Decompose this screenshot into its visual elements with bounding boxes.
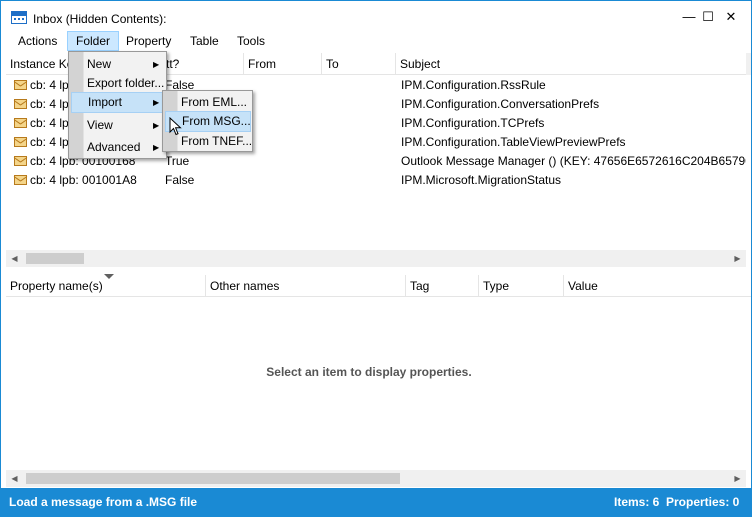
cell-subject: IPM.Microsoft.MigrationStatus: [401, 173, 562, 187]
cell-subject: IPM.Configuration.RssRule: [401, 78, 546, 92]
cell-instance: cb: 4 lp: [30, 135, 69, 149]
column-subject[interactable]: Subject: [396, 53, 746, 75]
submenu-arrow-icon: ▶: [153, 143, 160, 152]
envelope-icon: [14, 80, 27, 90]
folder-menu: New ▶ Export folder... Import ▶ View ▶ A…: [68, 51, 167, 159]
submenu-arrow-icon: ▶: [153, 121, 160, 130]
scroll-right-arrow-icon[interactable]: ▶: [729, 250, 746, 267]
cell-subject: IPM.Configuration.TCPrefs: [401, 116, 545, 130]
cell-subject: IPM.Configuration.TableViewPreviewPrefs: [401, 135, 626, 149]
envelope-icon: [14, 175, 27, 185]
maximize-button[interactable]: ☐: [697, 7, 719, 27]
cell-instance: cb: 4 lpb: 001001A8: [30, 173, 137, 187]
properties-table-header: Property name(s) Other names Tag Type Va…: [6, 275, 751, 297]
envelope-icon: [14, 137, 27, 147]
close-button[interactable]: ✕: [720, 7, 742, 27]
status-property-count: Properties: 0: [666, 495, 740, 509]
column-other-names[interactable]: Other names: [206, 275, 406, 297]
submenu-arrow-icon: ▶: [153, 98, 160, 107]
cell-attachment: False: [165, 173, 195, 187]
menu-item-advanced[interactable]: Advanced ▶: [71, 137, 165, 158]
column-instance-key[interactable]: Instance Ke: [6, 53, 68, 75]
menu-bar: Actions Folder Property Table Tools: [1, 31, 751, 51]
title-bar: Inbox (Hidden Contents): — ☐ ✕: [1, 1, 751, 31]
column-from[interactable]: From: [244, 53, 322, 75]
cell-instance: cb: 4 lp: [30, 97, 69, 111]
menu-property[interactable]: Property: [118, 31, 179, 51]
cell-attachment: True: [165, 154, 190, 168]
column-attachment[interactable]: tt?: [162, 53, 244, 75]
cell-instance: cb: 4 lp: [30, 78, 69, 92]
menu-table[interactable]: Table: [182, 31, 227, 51]
menu-tools[interactable]: Tools: [229, 31, 273, 51]
scroll-left-arrow-icon[interactable]: ◀: [6, 250, 23, 267]
grid-app-icon: [11, 11, 27, 24]
menu-actions[interactable]: Actions: [10, 31, 65, 51]
upper-horizontal-scrollbar[interactable]: ◀ ▶: [6, 250, 746, 267]
menu-item-from-eml[interactable]: From EML...: [165, 92, 251, 113]
table-row[interactable]: cb: 4 lpb: 001001A8 False IPM.Microsoft.…: [6, 171, 746, 190]
scroll-thumb[interactable]: [26, 253, 84, 264]
empty-properties-message: Select an item to display properties.: [266, 365, 472, 379]
envelope-icon: [14, 99, 27, 109]
submenu-arrow-icon: ▶: [153, 60, 160, 69]
window-title: Inbox (Hidden Contents):: [33, 12, 167, 26]
scroll-thumb[interactable]: [26, 473, 400, 484]
app-window: Inbox (Hidden Contents): — ☐ ✕ Actions F…: [0, 0, 752, 517]
menu-item-new[interactable]: New ▶: [71, 54, 165, 75]
status-item-count: Items: 6: [614, 495, 660, 509]
column-type[interactable]: Type: [479, 275, 564, 297]
scroll-left-arrow-icon[interactable]: ◀: [6, 470, 23, 487]
mouse-cursor-icon: [169, 117, 182, 136]
column-to[interactable]: To: [322, 53, 396, 75]
lower-horizontal-scrollbar[interactable]: ◀ ▶: [6, 470, 746, 487]
header-scroll-edge: [746, 53, 751, 75]
status-bar: Load a message from a .MSG file Items: 6…: [1, 488, 751, 516]
column-value[interactable]: Value: [564, 275, 751, 297]
column-property-names[interactable]: Property name(s): [6, 275, 206, 297]
envelope-icon: [14, 118, 27, 128]
status-message: Load a message from a .MSG file: [9, 495, 198, 509]
column-tag[interactable]: Tag: [406, 275, 479, 297]
menu-item-export-folder[interactable]: Export folder...: [71, 73, 165, 94]
menu-item-import[interactable]: Import ▶: [71, 92, 165, 113]
menu-folder[interactable]: Folder: [67, 31, 120, 51]
menu-item-view[interactable]: View ▶: [71, 115, 165, 136]
cell-subject: IPM.Configuration.ConversationPrefs: [401, 97, 600, 111]
cell-subject: Outlook Message Manager () (KEY: 47656E6…: [401, 154, 746, 168]
cell-instance: cb: 4 lp: [30, 116, 69, 130]
scroll-right-arrow-icon[interactable]: ▶: [729, 470, 746, 487]
envelope-icon: [14, 156, 27, 166]
